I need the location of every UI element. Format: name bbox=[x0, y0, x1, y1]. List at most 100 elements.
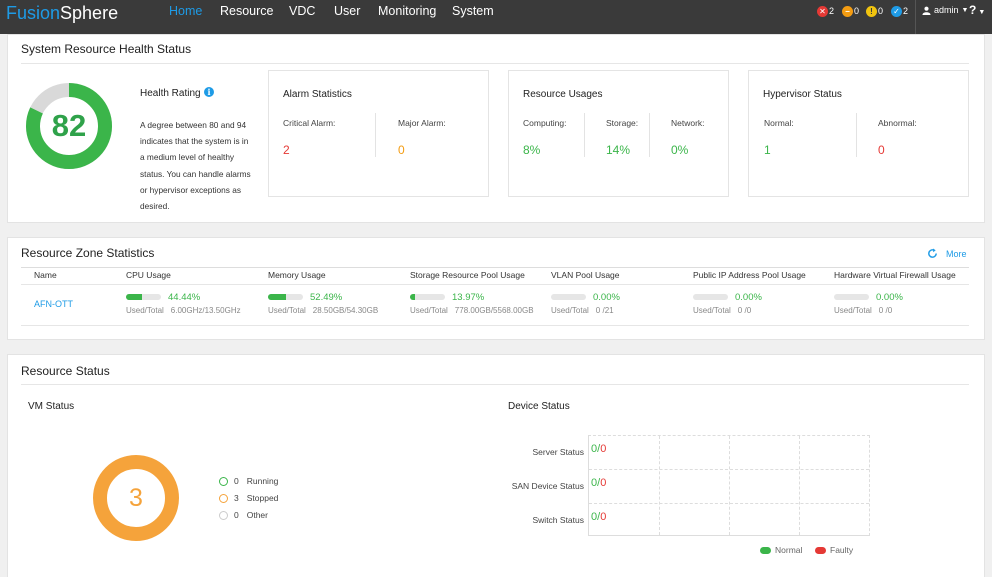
nav-vdc[interactable]: VDC bbox=[289, 3, 315, 19]
critical-alarm-count: 2 bbox=[829, 6, 835, 16]
legend-circle-icon bbox=[219, 493, 228, 503]
storage-usage-percent: 13.97% bbox=[452, 292, 485, 303]
logo-part-b: Sphere bbox=[60, 3, 119, 23]
storage-value: 14% bbox=[606, 143, 631, 157]
vlan-usage-percent: 0.00% bbox=[593, 292, 620, 303]
user-icon bbox=[922, 6, 931, 15]
nav-home[interactable]: Home bbox=[169, 3, 202, 19]
storage-usage-bar bbox=[410, 294, 445, 300]
device-status-title: Device Status bbox=[508, 401, 570, 412]
firewall-usage-percent: 0.00% bbox=[876, 292, 903, 303]
nav-user[interactable]: User bbox=[334, 3, 360, 19]
memory-used-total: Used/Total 28.50GB/54.30GB bbox=[268, 306, 378, 315]
minor-alarm-count: 0 bbox=[878, 6, 884, 16]
used-total-value: 0 /0 bbox=[878, 306, 893, 315]
hypervisor-abnormal-value[interactable]: 0 bbox=[878, 143, 885, 157]
hypervisor-normal-value[interactable]: 1 bbox=[764, 143, 771, 157]
network-value: 0% bbox=[671, 143, 689, 157]
used-total-value: 28.50GB/54.30GB bbox=[312, 306, 379, 315]
critical-alarm-label: Critical Alarm: bbox=[283, 118, 336, 128]
switch-status-label: Switch Status bbox=[532, 515, 585, 525]
major-alarm-count: 0 bbox=[854, 6, 860, 16]
divider bbox=[21, 267, 969, 268]
info-icon[interactable]: i bbox=[204, 87, 214, 97]
info-alarm-icon: ✓ bbox=[891, 6, 902, 17]
resource-usages-card: Resource Usages Computing: 8% Storage: 1… bbox=[508, 70, 729, 197]
switch-status-value: 0/0 bbox=[591, 511, 606, 523]
vm-legend-stopped: 3 Stopped bbox=[219, 493, 278, 503]
col-header-memory: Memory Usage bbox=[268, 270, 326, 280]
nav-resource[interactable]: Resource bbox=[220, 3, 274, 19]
vm-legend-label: Stopped bbox=[246, 493, 279, 503]
firewall-usage-bar bbox=[834, 294, 869, 300]
public-ip-usage-bar bbox=[693, 294, 728, 300]
san-device-status-label: SAN Device Status bbox=[511, 481, 584, 491]
used-total-value: 778.00GB/5568.00GB bbox=[454, 306, 534, 315]
faulty-count[interactable]: 0 bbox=[600, 511, 606, 523]
divider bbox=[21, 284, 969, 285]
help-menu[interactable]: ? ▼ bbox=[969, 3, 985, 17]
hypervisor-abnormal-label: Abnormal: bbox=[878, 118, 917, 128]
critical-alarm-indicator[interactable]: ✕ 2 bbox=[817, 6, 834, 17]
vlan-usage-bar bbox=[551, 294, 586, 300]
hypervisor-status-title: Hypervisor Status bbox=[763, 89, 842, 100]
public-ip-used-total: Used/Total 0 /0 bbox=[693, 306, 751, 315]
health-score: 82 bbox=[51, 108, 87, 143]
zone-name-link[interactable]: AFN-OTT bbox=[34, 299, 73, 309]
divider bbox=[856, 113, 857, 157]
health-score-ring: 82 bbox=[25, 82, 113, 170]
chevron-down-icon: ▼ bbox=[961, 6, 969, 14]
divider bbox=[375, 113, 376, 157]
major-alarm-label: Major Alarm: bbox=[398, 118, 446, 128]
resource-status-title: Resource Status bbox=[21, 364, 110, 378]
hypervisor-status-card: Hypervisor Status Normal: 1 Abnormal: 0 bbox=[748, 70, 969, 197]
more-link[interactable]: More bbox=[927, 248, 967, 259]
username: admin bbox=[934, 5, 959, 15]
more-label: More bbox=[946, 248, 967, 259]
divider bbox=[584, 113, 585, 157]
used-total-label: Used/Total bbox=[126, 306, 164, 315]
memory-usage-percent: 52.49% bbox=[310, 292, 343, 303]
logo[interactable]: FusionSphere bbox=[6, 2, 118, 24]
col-header-vlan: VLAN Pool Usage bbox=[551, 270, 620, 280]
vm-legend-count: 0 bbox=[234, 510, 239, 520]
used-total-label: Used/Total bbox=[268, 306, 306, 315]
vm-total: 3 bbox=[129, 484, 143, 512]
health-rating-title: Health Rating bbox=[140, 88, 201, 99]
cpu-usage-fill bbox=[126, 294, 142, 300]
computing-value: 8% bbox=[523, 143, 541, 157]
server-status-label: Server Status bbox=[532, 447, 585, 457]
divider bbox=[649, 113, 650, 157]
vm-legend-running: 0 Running bbox=[219, 476, 278, 486]
computing-label: Computing: bbox=[523, 118, 567, 128]
used-total-label: Used/Total bbox=[693, 306, 731, 315]
faulty-swatch bbox=[815, 546, 826, 554]
help-icon: ? bbox=[969, 3, 977, 17]
nav-system[interactable]: System bbox=[452, 3, 494, 19]
top-bar: FusionSphere Home Resource VDC User Moni… bbox=[0, 0, 992, 34]
major-alarm-indicator[interactable]: −0 bbox=[842, 6, 859, 17]
minor-alarm-icon: ! bbox=[866, 6, 877, 17]
network-label: Network: bbox=[671, 118, 705, 128]
used-total-label: Used/Total bbox=[410, 306, 448, 315]
used-total-value: 6.00GHz/13.50GHz bbox=[170, 306, 241, 315]
nav-monitoring[interactable]: Monitoring bbox=[378, 3, 436, 19]
vm-legend-label: Running bbox=[246, 476, 279, 486]
vm-legend-other: 0 Other bbox=[219, 510, 268, 520]
info-alarm-indicator[interactable]: ✓ 2 bbox=[891, 6, 908, 17]
faulty-count[interactable]: 0 bbox=[600, 477, 606, 489]
critical-alarm-icon: ✕ bbox=[817, 6, 828, 17]
server-status-value: 0/0 bbox=[591, 443, 606, 455]
major-alarm-value[interactable]: 0 bbox=[398, 143, 405, 157]
faulty-count[interactable]: 0 bbox=[600, 443, 606, 455]
storage-usage-fill bbox=[410, 294, 415, 300]
info-alarm-count: 2 bbox=[903, 6, 909, 16]
user-menu[interactable]: admin ▼ bbox=[922, 5, 968, 15]
vm-legend-label: Other bbox=[246, 510, 268, 520]
minor-alarm-indicator[interactable]: ! 0 bbox=[866, 6, 883, 17]
critical-alarm-value[interactable]: 2 bbox=[283, 143, 290, 157]
used-total-value: 0 /21 bbox=[595, 306, 614, 315]
col-header-storage: Storage Resource Pool Usage bbox=[410, 270, 525, 280]
cpu-used-total: Used/Total 6.00GHz/13.50GHz bbox=[126, 306, 241, 315]
divider bbox=[21, 63, 969, 64]
